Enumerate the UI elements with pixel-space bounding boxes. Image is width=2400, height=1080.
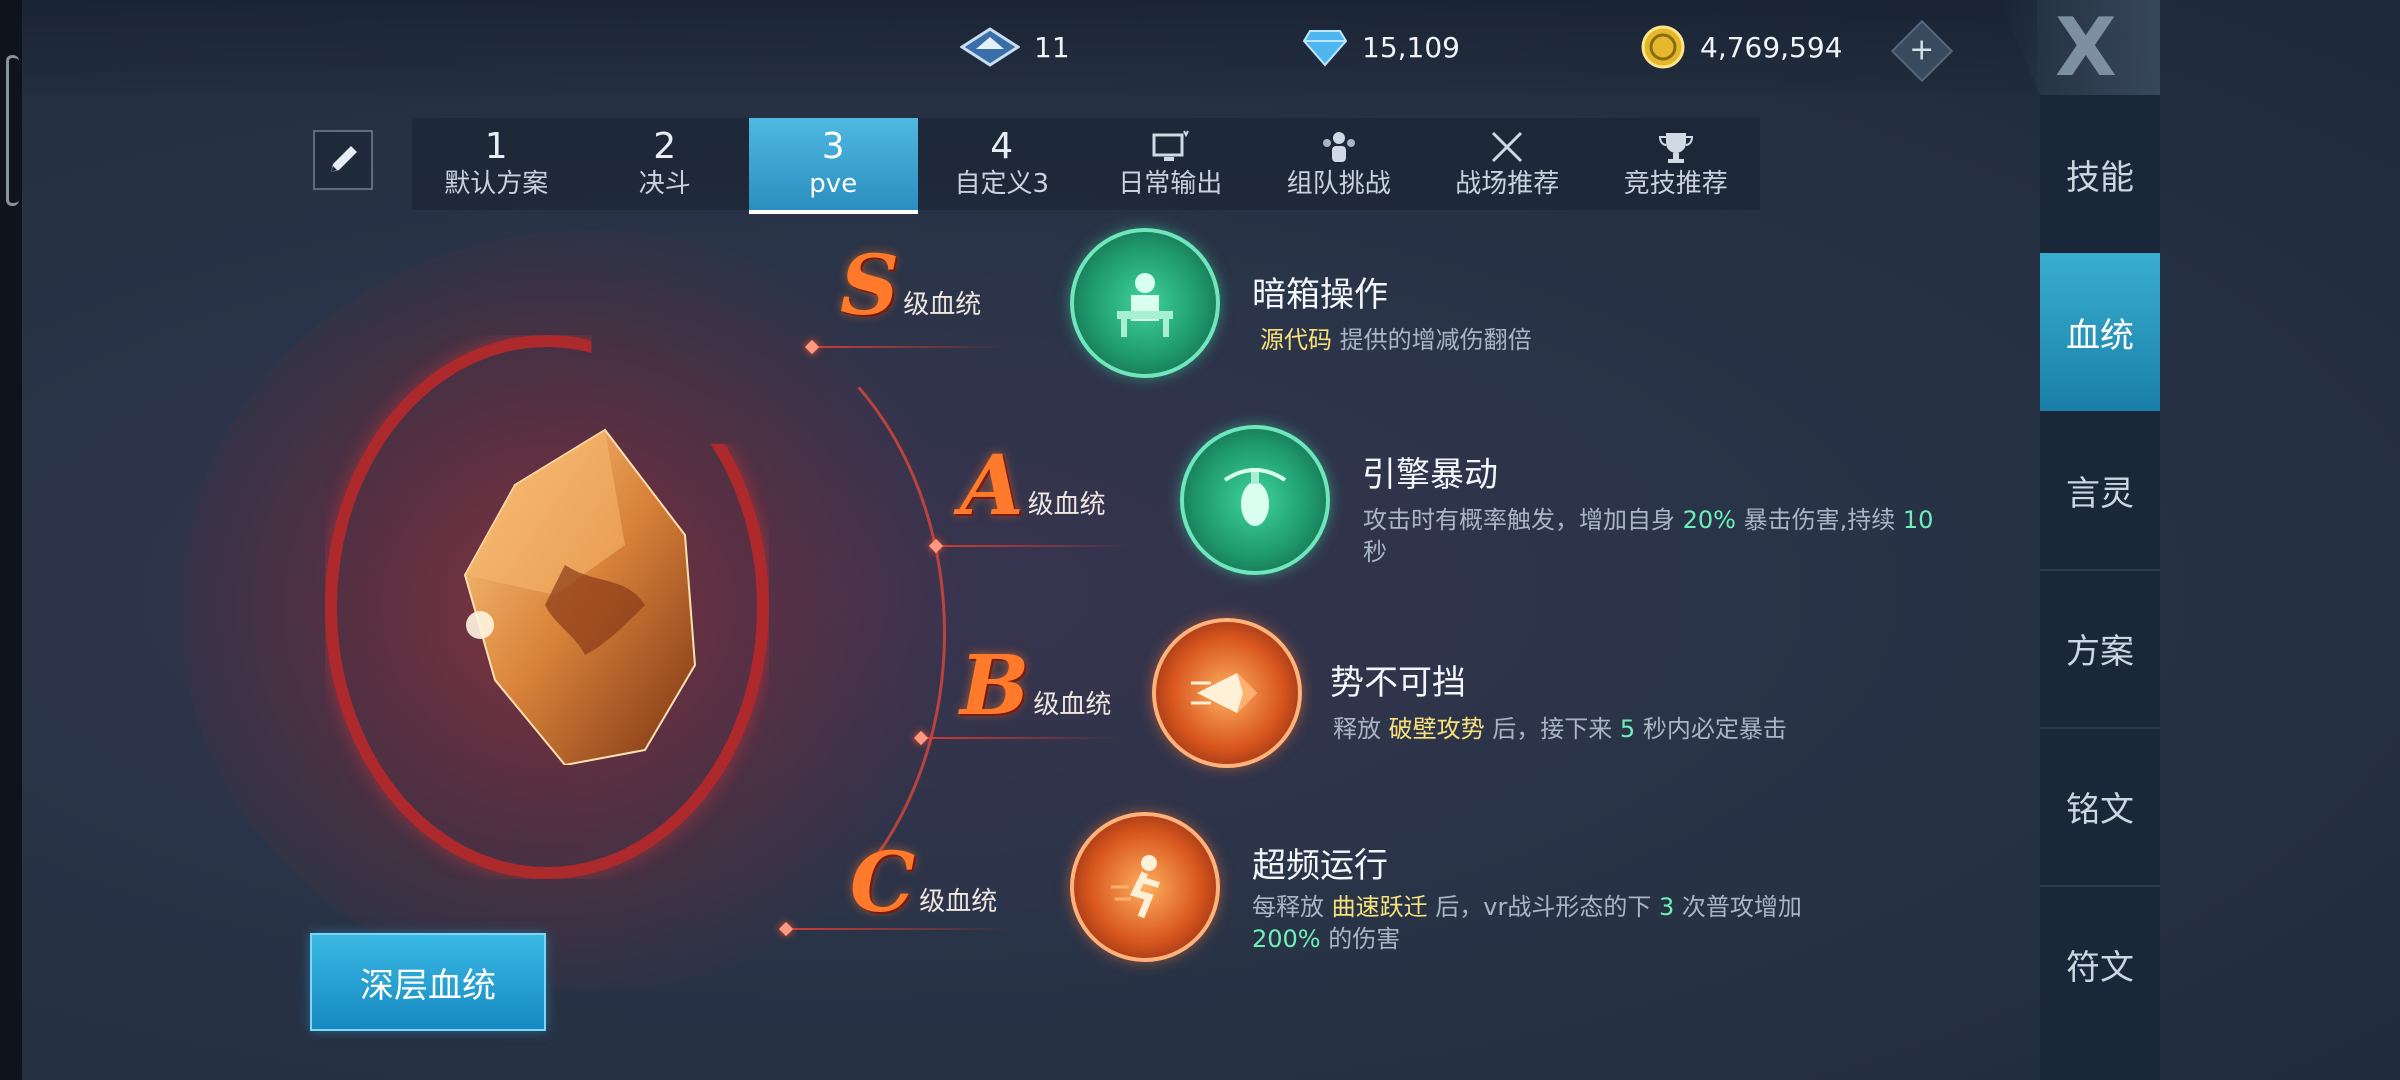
skill-title: 势不可挡: [1330, 663, 1466, 703]
nav-skills[interactable]: 技能: [2040, 95, 2160, 255]
grade-letter: B: [960, 638, 1030, 734]
tab-label: pve: [809, 169, 858, 199]
diamond-count: 15,109: [1362, 30, 1460, 64]
tab-duel[interactable]: 2 决斗: [581, 118, 750, 210]
desc-text: 提供的增减伤翻倍: [1332, 326, 1532, 354]
skill-desc: 源代码 提供的增减伤翻倍: [1260, 324, 1960, 356]
tab-default-scheme[interactable]: 1 默认方案: [412, 118, 581, 210]
desc-highlight: 5: [1619, 715, 1636, 743]
tab-number: 3: [821, 126, 845, 167]
skill-desc: 攻击时有概率触发，增加自身 20% 暴击伤害,持续 10 秒: [1363, 504, 1963, 568]
crystal-currency: 11: [960, 22, 1070, 72]
tab-label: 战场推荐: [1455, 169, 1560, 199]
desc-text: 暴击伤害,持续: [1735, 506, 1903, 534]
grade-a-label: A 级血统: [960, 445, 1106, 527]
crystal-count: 11: [1034, 30, 1070, 64]
grade-letter: S: [840, 238, 900, 334]
skill-desc: 释放 破壁攻势 后，接下来 5 秒内必定暴击: [1333, 713, 1933, 745]
desc-text: 次普攻增加: [1674, 893, 1802, 921]
grade-a-line: [935, 545, 1135, 547]
grade-text: 级血统: [1033, 690, 1112, 720]
tab-label: 决斗: [638, 169, 691, 199]
tab-label: 日常输出: [1118, 169, 1223, 199]
desc-highlight: 200%: [1252, 925, 1321, 953]
desc-text: 每释放: [1252, 893, 1332, 921]
nav-scheme[interactable]: 方案: [2040, 569, 2160, 729]
tab-label: 组队挑战: [1286, 169, 1391, 199]
team-icon: [1319, 127, 1359, 167]
grade-text: 级血统: [1027, 490, 1106, 520]
desc-text: 攻击时有概率触发，增加自身: [1363, 506, 1683, 534]
grade-b-label: B 级血统: [960, 645, 1111, 727]
grade-s-line: [810, 346, 1010, 348]
engine-riot-icon[interactable]: [1180, 425, 1330, 575]
skill-title: 超频运行: [1252, 846, 1388, 886]
edit-scheme-button[interactable]: [313, 130, 373, 190]
tab-label: 自定义3: [954, 169, 1050, 199]
coin-currency: 4,769,594: [1640, 22, 1843, 72]
tab-battlefield[interactable]: 战场推荐: [1423, 118, 1592, 210]
desc-text: 的伤害: [1320, 925, 1401, 953]
coin-count: 4,769,594: [1700, 30, 1843, 64]
tab-daily-output[interactable]: 日常输出: [1086, 118, 1255, 210]
overclock-run-icon[interactable]: [1070, 812, 1220, 962]
trophy-icon: [1656, 127, 1696, 167]
desc-highlight: 20%: [1682, 506, 1736, 534]
grade-b-line: [920, 737, 1120, 739]
grade-text: 级血统: [903, 290, 982, 320]
grade-c-label: C 级血统: [850, 842, 997, 924]
scheme-tabs: 1 默认方案 2 决斗 3 pve 4 自定义3 日常输出 组队挑战 战场推荐 …: [412, 118, 1761, 214]
unstoppable-icon[interactable]: [1152, 618, 1302, 768]
tab-custom-3[interactable]: 4 自定义3: [918, 118, 1087, 210]
deep-bloodline-button[interactable]: 深层血统: [310, 933, 546, 1031]
desc-highlight: 破壁攻势: [1388, 715, 1485, 743]
nav-spirit[interactable]: 言灵: [2040, 411, 2160, 571]
desc-highlight: 10: [1902, 506, 1934, 534]
desc-highlight: 曲速跃迁: [1331, 893, 1428, 921]
tab-team-challenge[interactable]: 组队挑战: [1255, 118, 1424, 210]
pencil-icon: [331, 146, 357, 172]
tab-label: 竞技推荐: [1623, 169, 1728, 199]
desc-text: 秒: [1363, 538, 1387, 566]
diamond-icon: [1302, 27, 1348, 67]
tab-label: 默认方案: [444, 169, 549, 199]
skill-title: 引擎暴动: [1362, 455, 1498, 495]
blue-crystal-icon: [960, 27, 1020, 67]
monitor-icon: [1150, 127, 1190, 167]
grade-letter: A: [960, 438, 1024, 534]
gold-coin-icon: [1640, 24, 1686, 70]
desc-highlight: 3: [1658, 893, 1675, 921]
grade-text: 级血统: [919, 887, 998, 917]
desc-text: 释放: [1333, 715, 1389, 743]
skill-desc: 每释放 曲速跃迁 后，vr战斗形态的下 3 次普攻增加 200% 的伤害: [1252, 891, 1842, 955]
desc-text: 后，vr战斗形态的下: [1427, 893, 1659, 921]
tab-number: 1: [484, 126, 508, 167]
tab-number: 4: [990, 126, 1014, 167]
nav-inscription[interactable]: 铭文: [2040, 727, 2160, 887]
dark-box-operation-icon[interactable]: [1070, 228, 1220, 378]
tab-arena[interactable]: 竞技推荐: [1592, 118, 1761, 210]
crossed-swords-icon: [1487, 127, 1527, 167]
plus-icon: +: [1909, 32, 1935, 68]
side-drawer-handle[interactable]: [6, 55, 19, 206]
nav-bloodline[interactable]: 血统: [2040, 253, 2160, 411]
grade-s-label: S 级血统: [840, 245, 981, 327]
tab-number: 2: [653, 126, 677, 167]
nav-rune[interactable]: 符文: [2040, 885, 2160, 1043]
skill-title: 暗箱操作: [1252, 275, 1388, 315]
grade-letter: C: [850, 835, 916, 931]
tab-pve[interactable]: 3 pve: [749, 118, 918, 214]
grade-c-line: [785, 928, 1015, 930]
desc-highlight: 源代码: [1260, 326, 1332, 354]
diamond-currency: 15,109: [1302, 22, 1460, 72]
desc-text: 后，接下来: [1484, 715, 1620, 743]
right-nav: 技能 血统 言灵 方案 铭文 符文: [2040, 95, 2160, 1080]
close-button[interactable]: X: [2055, 8, 2117, 88]
desc-text: 秒内必定暴击: [1635, 715, 1787, 743]
